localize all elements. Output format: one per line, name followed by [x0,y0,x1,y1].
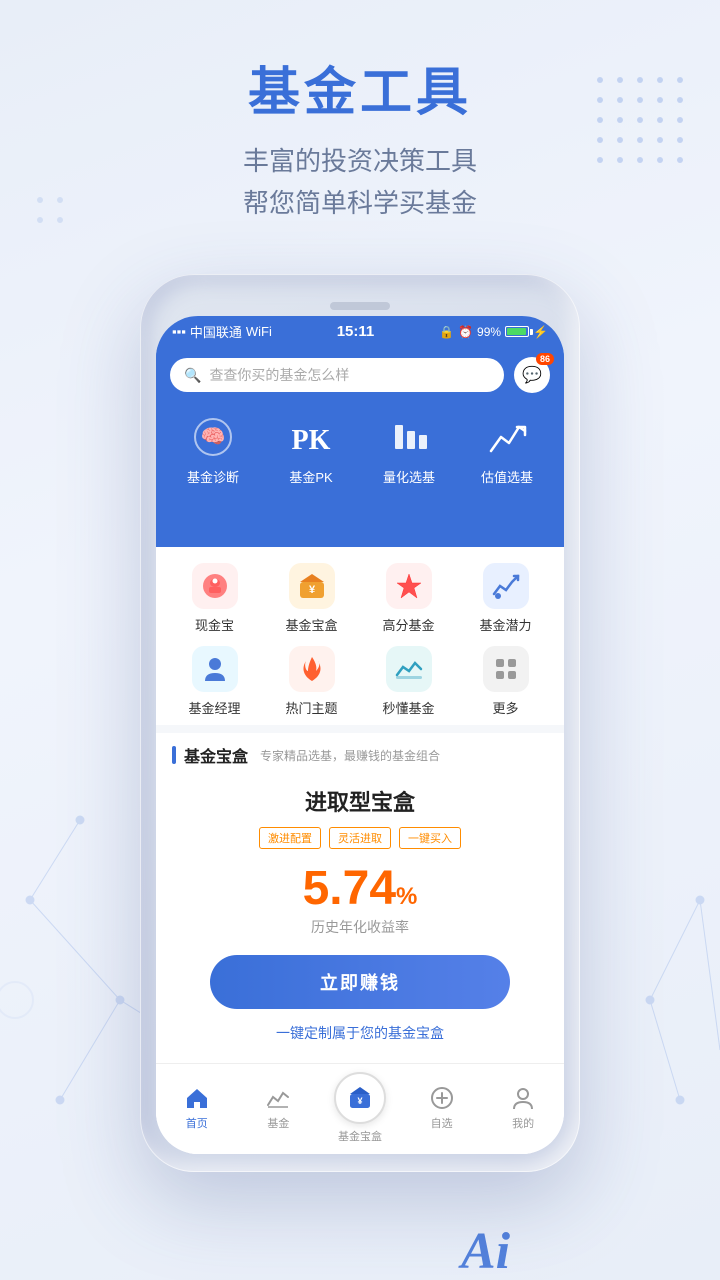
svg-text:🧠: 🧠 [201,426,226,448]
hottheme-icon [289,646,335,692]
section-bar [172,746,176,764]
grid-item-highscore[interactable]: 高分基金 [360,563,457,634]
fund-card: 进取型宝盒 激进配置 灵活进取 一键买入 5.74% 历史年化收益率 立即赚钱 … [156,773,564,1063]
tags-row: 激进配置 灵活进取 一键买入 [172,827,548,849]
svg-text:¥: ¥ [357,1096,362,1106]
grid-label-manager: 基金经理 [188,698,240,717]
phone-screen: ▪▪▪ 中国联通 WiFi 15:11 🔒 ⏰ 99% ⚡ [156,316,564,1154]
nav-label-profile: 我的 [512,1115,534,1131]
search-icon: 🔍 [184,367,201,384]
tag-aggressive: 激进配置 [259,827,321,849]
grid-item-potential[interactable]: 基金潜力 [457,563,554,634]
rate-number: 5.74 [303,862,396,915]
nav-label-fundbox: 基金宝盒 [338,1128,382,1144]
tool-item-valuation[interactable]: 估值选基 [458,413,556,486]
cash-icon [192,563,238,609]
grid-item-more[interactable]: 更多 [457,646,554,717]
grid-item-understand[interactable]: 秒懂基金 [360,646,457,717]
bottom-nav: 首页 基金 [156,1063,564,1154]
grid-label-understand: 秒懂基金 [382,698,434,717]
nav-fund[interactable]: 基金 [238,1085,320,1131]
understand-icon [386,646,432,692]
quant-icon [385,413,433,461]
tool-item-quant[interactable]: 量化选基 [360,413,458,486]
grid-item-manager[interactable]: 基金经理 [166,646,263,717]
grid-label-fundbox: 基金宝盒 [285,615,337,634]
watchlist-icon [429,1085,455,1111]
search-input[interactable]: 🔍 查查你买的基金怎么样 [170,358,504,392]
nav-label-watchlist: 自选 [431,1115,453,1131]
section-header: 基金宝盒 专家精品选基，最赚钱的基金组合 [156,725,564,773]
grid-label-more: 更多 [492,698,518,717]
profile-icon [510,1085,536,1111]
chat-badge: 86 [536,353,554,365]
diagnosis-icon: 🧠 [189,413,237,461]
rate-percent: % [396,883,417,910]
rate-display: 5.74% [172,865,548,913]
grid-label-cash: 现金宝 [195,615,234,634]
highscore-icon [386,563,432,609]
tool-item-pk[interactable]: PK 基金PK [262,413,360,486]
page-subtitle: 丰富的投资决策工具 帮您简单科学买基金 [0,141,720,224]
search-placeholder: 查查你买的基金怎么样 [209,365,349,385]
status-icons: 🔒 ⏰ 99% ⚡ [439,325,548,339]
grid-label-highscore: 高分基金 [382,615,434,634]
grid-label-potential: 基金潜力 [479,615,531,634]
fundbox-nav-icon: ¥ [334,1072,386,1124]
tool-label-diagnosis: 基金诊断 [187,467,239,486]
pk-icon: PK [287,413,335,461]
potential-icon [483,563,529,609]
nav-watchlist[interactable]: 自选 [401,1085,483,1131]
phone-outer: ▪▪▪ 中国联通 WiFi 15:11 🔒 ⏰ 99% ⚡ [140,274,580,1172]
fundbox-icon: ¥ [289,563,335,609]
phone-mockup: ▪▪▪ 中国联通 WiFi 15:11 🔒 ⏰ 99% ⚡ [140,274,580,1172]
status-carrier: ▪▪▪ 中国联通 WiFi [172,322,272,341]
top-tools-row: 🧠 基金诊断 PK 基金PK [156,403,564,502]
white-section: 现金宝 ¥ 基金宝盒 [156,547,564,1154]
home-icon [184,1085,210,1111]
grid-item-fundbox[interactable]: ¥ 基金宝盒 [263,563,360,634]
section-subtitle: 专家精品选基，最赚钱的基金组合 [260,747,440,764]
tool-label-valuation: 估值选基 [481,467,533,486]
page-header: 基金工具 丰富的投资决策工具 帮您简单科学买基金 [0,0,720,254]
svg-text:Ai: Ai [458,1223,511,1280]
more-icon [483,646,529,692]
tool-item-diagnosis[interactable]: 🧠 基金诊断 [164,413,262,486]
tool-label-quant: 量化选基 [383,467,435,486]
valuation-icon [483,413,531,461]
customize-link[interactable]: 一键定制属于您的基金宝盒 [172,1023,548,1043]
phone-speaker [330,302,390,310]
svg-text:PK: PK [292,425,331,456]
section-title: 基金宝盒 [184,743,248,767]
tag-oneclick: 一键买入 [399,827,461,849]
nav-label-fund: 基金 [267,1115,289,1131]
status-time: 15:11 [337,323,375,340]
grid-item-hottheme[interactable]: 热门主题 [263,646,360,717]
nav-fundbox-special[interactable]: ¥ 基金宝盒 [319,1072,401,1144]
search-bar-container: 🔍 查查你买的基金怎么样 💬 86 [156,347,564,403]
nav-home[interactable]: 首页 [156,1085,238,1131]
app-header: 🔍 查查你买的基金怎么样 💬 86 🧠 [156,347,564,547]
manager-icon [192,646,238,692]
status-bar: ▪▪▪ 中国联通 WiFi 15:11 🔒 ⏰ 99% ⚡ [156,316,564,347]
svg-text:¥: ¥ [308,584,315,596]
chat-icon: 💬 [522,365,542,385]
chat-button[interactable]: 💬 86 [514,357,550,393]
page-title: 基金工具 [0,50,720,125]
icon-grid: 现金宝 ¥ 基金宝盒 [156,547,564,725]
cta-button[interactable]: 立即赚钱 [210,955,511,1009]
tool-label-pk: 基金PK [289,467,332,486]
rate-label: 历史年化收益率 [172,917,548,937]
nav-profile[interactable]: 我的 [482,1085,564,1131]
battery-icon [505,326,529,337]
fund-nav-icon [265,1085,291,1111]
fund-card-title: 进取型宝盒 [172,785,548,817]
tag-flexible: 灵活进取 [329,827,391,849]
grid-label-hottheme: 热门主题 [285,698,337,717]
nav-label-home: 首页 [186,1115,208,1131]
grid-item-cash[interactable]: 现金宝 [166,563,263,634]
